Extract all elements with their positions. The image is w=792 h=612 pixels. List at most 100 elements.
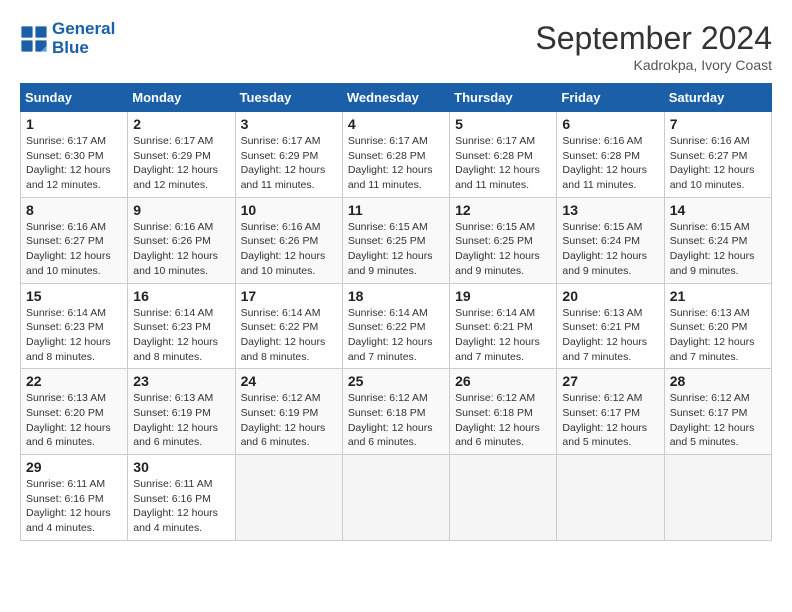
calendar-subtitle: Kadrokpa, Ivory Coast <box>535 57 772 73</box>
daylight-label: Daylight: 12 hours and 6 minutes. <box>455 422 540 449</box>
calendar-cell: 13 Sunrise: 6:15 AM Sunset: 6:24 PM Dayl… <box>557 197 664 283</box>
sunrise-label: Sunrise: 6:13 AM <box>562 307 642 319</box>
daylight-label: Daylight: 12 hours and 12 minutes. <box>26 164 111 191</box>
week-row-1: 1 Sunrise: 6:17 AM Sunset: 6:30 PM Dayli… <box>21 112 772 198</box>
day-number: 28 <box>670 373 766 389</box>
calendar-cell: 5 Sunrise: 6:17 AM Sunset: 6:28 PM Dayli… <box>450 112 557 198</box>
calendar-cell: 26 Sunrise: 6:12 AM Sunset: 6:18 PM Dayl… <box>450 369 557 455</box>
sunrise-label: Sunrise: 6:14 AM <box>348 307 428 319</box>
daylight-label: Daylight: 12 hours and 8 minutes. <box>241 336 326 363</box>
day-info: Sunrise: 6:17 AM Sunset: 6:30 PM Dayligh… <box>26 134 122 193</box>
day-number: 11 <box>348 202 444 218</box>
day-number: 9 <box>133 202 229 218</box>
calendar-cell <box>235 455 342 541</box>
sunset-label: Sunset: 6:19 PM <box>241 407 319 419</box>
calendar-cell: 7 Sunrise: 6:16 AM Sunset: 6:27 PM Dayli… <box>664 112 771 198</box>
calendar-cell: 15 Sunrise: 6:14 AM Sunset: 6:23 PM Dayl… <box>21 283 128 369</box>
sunrise-label: Sunrise: 6:17 AM <box>348 135 428 147</box>
day-info: Sunrise: 6:14 AM Sunset: 6:23 PM Dayligh… <box>133 306 229 365</box>
daylight-label: Daylight: 12 hours and 7 minutes. <box>455 336 540 363</box>
day-info: Sunrise: 6:14 AM Sunset: 6:23 PM Dayligh… <box>26 306 122 365</box>
day-info: Sunrise: 6:12 AM Sunset: 6:19 PM Dayligh… <box>241 391 337 450</box>
day-info: Sunrise: 6:12 AM Sunset: 6:17 PM Dayligh… <box>562 391 658 450</box>
day-number: 21 <box>670 288 766 304</box>
sunrise-label: Sunrise: 6:17 AM <box>133 135 213 147</box>
week-row-4: 22 Sunrise: 6:13 AM Sunset: 6:20 PM Dayl… <box>21 369 772 455</box>
daylight-label: Daylight: 12 hours and 12 minutes. <box>133 164 218 191</box>
day-number: 8 <box>26 202 122 218</box>
day-info: Sunrise: 6:16 AM Sunset: 6:26 PM Dayligh… <box>133 220 229 279</box>
sunrise-label: Sunrise: 6:11 AM <box>133 478 212 490</box>
sunset-label: Sunset: 6:24 PM <box>670 235 748 247</box>
daylight-label: Daylight: 12 hours and 6 minutes. <box>241 422 326 449</box>
sunset-label: Sunset: 6:16 PM <box>133 493 211 505</box>
sunset-label: Sunset: 6:27 PM <box>26 235 104 247</box>
daylight-label: Daylight: 12 hours and 7 minutes. <box>670 336 755 363</box>
sunset-label: Sunset: 6:29 PM <box>241 150 319 162</box>
day-number: 12 <box>455 202 551 218</box>
calendar-cell: 29 Sunrise: 6:11 AM Sunset: 6:16 PM Dayl… <box>21 455 128 541</box>
sunrise-label: Sunrise: 6:15 AM <box>455 221 535 233</box>
calendar-cell: 25 Sunrise: 6:12 AM Sunset: 6:18 PM Dayl… <box>342 369 449 455</box>
calendar-cell: 16 Sunrise: 6:14 AM Sunset: 6:23 PM Dayl… <box>128 283 235 369</box>
header-tuesday: Tuesday <box>235 84 342 112</box>
daylight-label: Daylight: 12 hours and 8 minutes. <box>26 336 111 363</box>
header-sunday: Sunday <box>21 84 128 112</box>
calendar-header: Sunday Monday Tuesday Wednesday Thursday… <box>21 84 772 112</box>
day-number: 3 <box>241 116 337 132</box>
daylight-label: Daylight: 12 hours and 9 minutes. <box>455 250 540 277</box>
daylight-label: Daylight: 12 hours and 4 minutes. <box>26 507 111 534</box>
day-info: Sunrise: 6:16 AM Sunset: 6:28 PM Dayligh… <box>562 134 658 193</box>
daylight-label: Daylight: 12 hours and 9 minutes. <box>562 250 647 277</box>
day-number: 19 <box>455 288 551 304</box>
sunset-label: Sunset: 6:25 PM <box>348 235 426 247</box>
sunset-label: Sunset: 6:22 PM <box>241 321 319 333</box>
calendar-cell: 12 Sunrise: 6:15 AM Sunset: 6:25 PM Dayl… <box>450 197 557 283</box>
day-number: 17 <box>241 288 337 304</box>
day-info: Sunrise: 6:11 AM Sunset: 6:16 PM Dayligh… <box>26 477 122 536</box>
day-number: 2 <box>133 116 229 132</box>
calendar-cell <box>664 455 771 541</box>
day-info: Sunrise: 6:14 AM Sunset: 6:22 PM Dayligh… <box>241 306 337 365</box>
daylight-label: Daylight: 12 hours and 5 minutes. <box>562 422 647 449</box>
day-number: 22 <box>26 373 122 389</box>
sunrise-label: Sunrise: 6:15 AM <box>562 221 642 233</box>
sunrise-label: Sunrise: 6:16 AM <box>562 135 642 147</box>
day-number: 27 <box>562 373 658 389</box>
daylight-label: Daylight: 12 hours and 5 minutes. <box>670 422 755 449</box>
calendar-cell: 18 Sunrise: 6:14 AM Sunset: 6:22 PM Dayl… <box>342 283 449 369</box>
daylight-label: Daylight: 12 hours and 7 minutes. <box>562 336 647 363</box>
sunset-label: Sunset: 6:18 PM <box>348 407 426 419</box>
calendar-cell: 20 Sunrise: 6:13 AM Sunset: 6:21 PM Dayl… <box>557 283 664 369</box>
sunset-label: Sunset: 6:28 PM <box>348 150 426 162</box>
header-saturday: Saturday <box>664 84 771 112</box>
sunrise-label: Sunrise: 6:12 AM <box>348 392 428 404</box>
day-number: 23 <box>133 373 229 389</box>
day-info: Sunrise: 6:17 AM Sunset: 6:28 PM Dayligh… <box>348 134 444 193</box>
daylight-label: Daylight: 12 hours and 11 minutes. <box>241 164 326 191</box>
daylight-label: Daylight: 12 hours and 6 minutes. <box>26 422 111 449</box>
sunset-label: Sunset: 6:28 PM <box>455 150 533 162</box>
day-number: 10 <box>241 202 337 218</box>
sunrise-label: Sunrise: 6:12 AM <box>670 392 750 404</box>
calendar-body: 1 Sunrise: 6:17 AM Sunset: 6:30 PM Dayli… <box>21 112 772 541</box>
daylight-label: Daylight: 12 hours and 6 minutes. <box>133 422 218 449</box>
day-info: Sunrise: 6:15 AM Sunset: 6:24 PM Dayligh… <box>562 220 658 279</box>
calendar-cell: 8 Sunrise: 6:16 AM Sunset: 6:27 PM Dayli… <box>21 197 128 283</box>
calendar-cell: 27 Sunrise: 6:12 AM Sunset: 6:17 PM Dayl… <box>557 369 664 455</box>
sunset-label: Sunset: 6:27 PM <box>670 150 748 162</box>
day-info: Sunrise: 6:13 AM Sunset: 6:20 PM Dayligh… <box>670 306 766 365</box>
header-monday: Monday <box>128 84 235 112</box>
day-info: Sunrise: 6:14 AM Sunset: 6:21 PM Dayligh… <box>455 306 551 365</box>
day-info: Sunrise: 6:17 AM Sunset: 6:29 PM Dayligh… <box>241 134 337 193</box>
day-info: Sunrise: 6:15 AM Sunset: 6:25 PM Dayligh… <box>348 220 444 279</box>
sunset-label: Sunset: 6:23 PM <box>26 321 104 333</box>
sunrise-label: Sunrise: 6:16 AM <box>670 135 750 147</box>
calendar-cell <box>450 455 557 541</box>
week-row-3: 15 Sunrise: 6:14 AM Sunset: 6:23 PM Dayl… <box>21 283 772 369</box>
daylight-label: Daylight: 12 hours and 11 minutes. <box>455 164 540 191</box>
sunset-label: Sunset: 6:20 PM <box>26 407 104 419</box>
sunset-label: Sunset: 6:25 PM <box>455 235 533 247</box>
calendar-cell: 30 Sunrise: 6:11 AM Sunset: 6:16 PM Dayl… <box>128 455 235 541</box>
day-number: 7 <box>670 116 766 132</box>
